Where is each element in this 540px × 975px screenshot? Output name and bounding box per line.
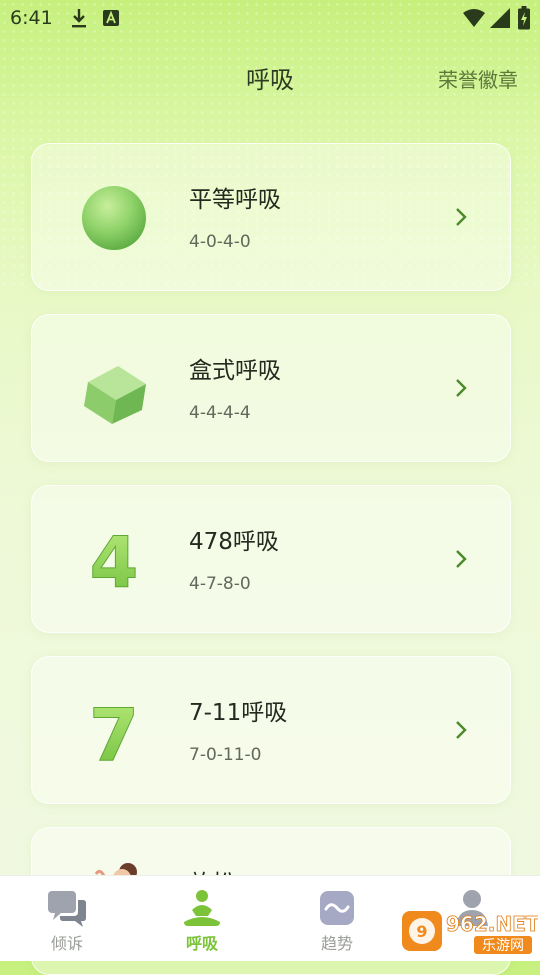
card-title: 7-11呼吸 (189, 700, 288, 726)
download-icon (72, 9, 86, 28)
app-notification-icon (103, 10, 119, 26)
card-subtitle: 4-4-4-4 (189, 403, 251, 423)
card-title: 盒式呼吸 (189, 358, 281, 384)
card-title: 478呼吸 (189, 529, 279, 555)
svg-text:962.NET: 962.NET (446, 912, 538, 936)
status-bar: 6:41 (0, 0, 540, 36)
tab-label: 趋势 (320, 934, 353, 953)
breathing-card-box[interactable]: 盒式呼吸 4-4-4-4 (31, 314, 511, 462)
green-cube-icon (84, 366, 146, 424)
honor-badge-link[interactable]: 荣誉徽章 (438, 64, 518, 93)
breathing-card-equal[interactable]: 平等呼吸 4-0-4-0 (31, 143, 511, 291)
site-watermark-logo: 9 962.NET 乐游网 (402, 911, 538, 954)
tab-trend[interactable]: 趋势 (287, 876, 387, 961)
status-time: 6:41 (10, 7, 53, 29)
svg-text:乐游网: 乐游网 (482, 938, 524, 954)
chat-bubbles-icon (48, 891, 86, 927)
card-title: 平等呼吸 (189, 187, 281, 213)
tab-breathing[interactable]: 呼吸 (152, 876, 252, 961)
card-subtitle: 7-0-11-0 (189, 745, 262, 765)
number-4-icon: 4 (89, 523, 139, 595)
meditation-icon (184, 890, 220, 926)
tab-talk[interactable]: 倾诉 (17, 876, 117, 961)
svg-text:9: 9 (416, 922, 427, 941)
chevron-right-icon (456, 721, 467, 739)
wifi-icon (463, 9, 485, 27)
number-7-icon: 7 (88, 694, 139, 766)
tab-label: 呼吸 (185, 934, 218, 953)
card-subtitle: 4-7-8-0 (189, 574, 251, 594)
breathing-card-478[interactable]: 4 478呼吸 4-7-8-0 (31, 485, 511, 633)
chevron-right-icon (456, 379, 467, 397)
wave-icon (320, 891, 354, 925)
svg-text:4: 4 (90, 523, 139, 595)
signal-icon (490, 8, 510, 28)
battery-charging-icon (518, 6, 530, 30)
green-sphere-icon (82, 186, 146, 250)
chevron-right-icon (456, 208, 467, 226)
tab-label: 倾诉 (50, 934, 83, 953)
svg-text:7: 7 (89, 694, 139, 766)
card-subtitle: 4-0-4-0 (189, 232, 251, 252)
chevron-right-icon (456, 550, 467, 568)
breathing-card-7-11[interactable]: 7 7-11呼吸 7-0-11-0 (31, 656, 511, 804)
